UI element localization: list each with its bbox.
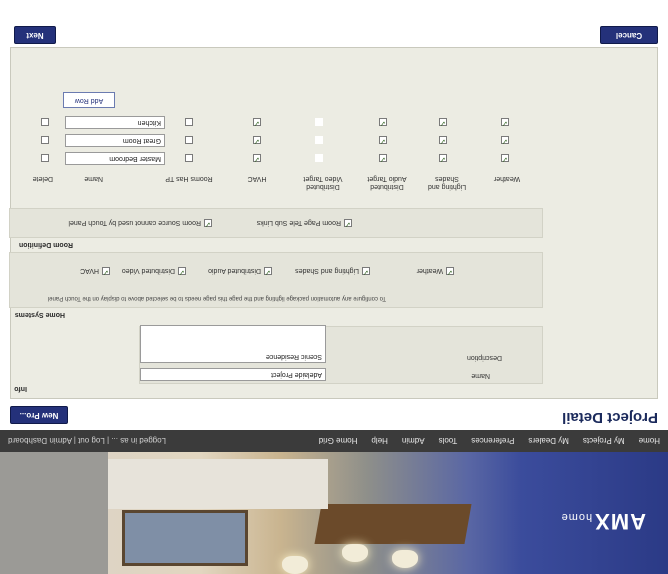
brand-logo-sub: home (560, 511, 593, 523)
hero-banner: AMXhome (0, 452, 668, 574)
kitchen-shelf-graphic (314, 504, 472, 544)
option-hvac-label: HVAC (80, 267, 99, 275)
new-project-button[interactable]: New Pro... (10, 406, 68, 424)
next-button[interactable]: Next (14, 26, 56, 44)
pendant-light-graphic (392, 550, 418, 568)
name-input[interactable]: Adelaide Project (140, 368, 326, 381)
nav-link-admin[interactable]: Admin (402, 437, 425, 446)
lighting-shades-checkbox[interactable] (362, 267, 370, 275)
description-input[interactable]: Scenic Residence (140, 325, 326, 363)
kitchen-cabinet-graphic (0, 452, 108, 574)
option-distributed-video[interactable]: Distributed Video (122, 267, 186, 275)
video-target-checkbox[interactable] (315, 118, 323, 126)
option-lighting-shades[interactable]: Lighting and Shades (295, 267, 370, 275)
option-distributed-audio-label: Distributed Audio (208, 267, 261, 275)
option-hvac[interactable]: HVAC (80, 267, 110, 275)
option-weather-label: Weather (416, 267, 443, 275)
delete-row-checkbox[interactable] (41, 118, 49, 126)
nav-link-my-projects[interactable]: My Projects (583, 437, 625, 446)
nav-link-preferences[interactable]: Preferences (471, 437, 514, 446)
nav-link-home-grid[interactable]: Home Grid (319, 437, 358, 446)
delete-row-checkbox[interactable] (41, 136, 49, 144)
brand-logo-text: AMX (594, 509, 646, 534)
option-room-page-tele[interactable]: Room Page Tele Sub Links (257, 219, 352, 227)
nav-link-my-dealers[interactable]: My Dealers (528, 437, 568, 446)
column-header-distributed-video-target: Distributed Video Target (303, 175, 343, 190)
weather-checkbox[interactable] (501, 136, 509, 144)
home-systems-section: To configure any automation package ligh… (9, 252, 543, 308)
distributed-video-checkbox[interactable] (178, 267, 186, 275)
room-source-checkbox[interactable] (204, 219, 212, 227)
nav-links: Home My Projects My Dealers Preferences … (319, 437, 660, 446)
room-definition-section: Room Source cannot used by Touch Panel R… (9, 208, 543, 238)
top-nav: Home My Projects My Dealers Preferences … (0, 430, 668, 452)
option-weather[interactable]: Weather (417, 267, 454, 275)
page-title: Project Detail (562, 409, 658, 426)
delete-row-checkbox[interactable] (41, 154, 49, 162)
room-name-input[interactable]: Master Bedroom (65, 152, 165, 165)
room-name-input[interactable]: Kitchen (65, 116, 165, 129)
lighting-checkbox[interactable] (439, 118, 447, 126)
brand-logo: AMXhome (561, 508, 646, 534)
info-section-label: Info (14, 385, 27, 392)
room-definition-section-label: Room Definition (18, 241, 73, 248)
name-label: Name (471, 372, 490, 379)
add-row-button[interactable]: Add Row (63, 92, 115, 108)
project-form-panel: Info Name Adelaide Project Description S… (9, 47, 658, 399)
has-tp-checkbox[interactable] (185, 154, 193, 162)
column-header-weather: Weather (493, 175, 521, 182)
option-lighting-shades-label: Lighting and Shades (295, 267, 359, 275)
home-systems-note: To configure any automation package ligh… (47, 295, 386, 301)
room-page-tele-checkbox[interactable] (344, 219, 352, 227)
delete-column-header: Delete (32, 175, 53, 182)
column-header-hvac: HVAC (247, 175, 267, 182)
kitchen-window-graphic (122, 510, 248, 566)
nav-link-help[interactable]: Help (371, 437, 387, 446)
audio-target-checkbox[interactable] (379, 118, 387, 126)
cancel-button[interactable]: Cancel (600, 26, 658, 44)
option-distributed-video-label: Distributed Video (121, 267, 175, 275)
nav-link-home[interactable]: Home (639, 437, 660, 446)
weather-checkbox[interactable] (501, 118, 509, 126)
column-header-distributed-audio-target: Distributed Audio Target (367, 175, 407, 190)
option-room-page-tele-label: Room Page Tele Sub Links (256, 219, 341, 227)
weather-checkbox[interactable] (446, 267, 454, 275)
has-tp-checkbox[interactable] (185, 136, 193, 144)
hvac-checkbox[interactable] (253, 118, 261, 126)
room-name-input[interactable]: Great Room (65, 134, 165, 147)
column-header-rooms-has-tp: Rooms Has TP (165, 175, 213, 182)
name-column-header: Name (84, 175, 103, 182)
weather-checkbox[interactable] (501, 154, 509, 162)
column-header-lighting-shades: Lighting and Shades (427, 175, 467, 190)
audio-target-checkbox[interactable] (379, 154, 387, 162)
hvac-checkbox[interactable] (102, 267, 110, 275)
pendant-light-graphic (282, 556, 308, 574)
lighting-checkbox[interactable] (439, 154, 447, 162)
audio-target-checkbox[interactable] (379, 136, 387, 144)
option-room-source[interactable]: Room Source cannot used by Touch Panel (68, 219, 212, 227)
user-status[interactable]: Logged in as ... | Log out | Admin Dashb… (8, 437, 166, 446)
hvac-checkbox[interactable] (253, 154, 261, 162)
distributed-audio-checkbox[interactable] (264, 267, 272, 275)
video-target-checkbox[interactable] (315, 136, 323, 144)
has-tp-checkbox[interactable] (185, 118, 193, 126)
hvac-checkbox[interactable] (253, 136, 261, 144)
video-target-checkbox[interactable] (315, 154, 323, 162)
lighting-checkbox[interactable] (439, 136, 447, 144)
option-room-source-label: Room Source cannot used by Touch Panel (68, 219, 201, 227)
info-section: Name Adelaide Project Description Scenic… (139, 325, 543, 384)
nav-link-tools[interactable]: Tools (439, 437, 458, 446)
pendant-light-graphic (342, 544, 368, 562)
description-label: Description (466, 354, 502, 361)
home-systems-section-label: Home Systems (14, 311, 65, 318)
option-distributed-audio[interactable]: Distributed Audio (208, 267, 272, 275)
